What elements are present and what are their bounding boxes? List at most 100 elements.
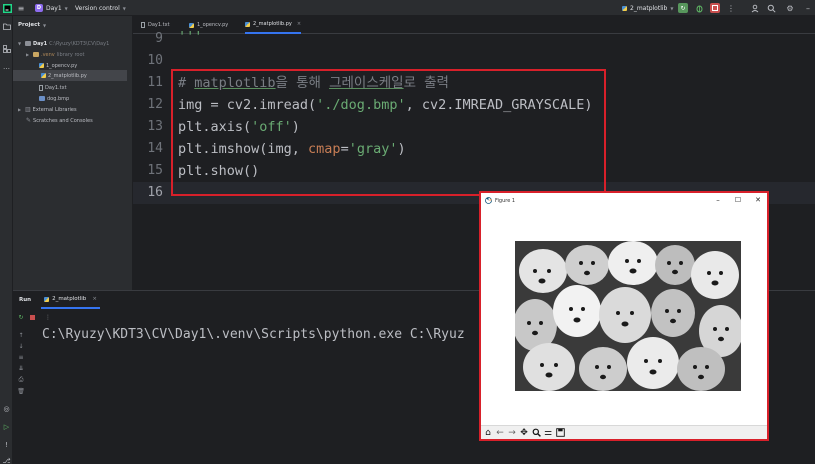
matplotlib-figure-window: Figure 1 – ☐ ✕ ⌂ ← → ✥ ⚌ xyxy=(479,191,769,441)
run-tool-icon[interactable]: ▷ xyxy=(2,422,11,431)
home-icon[interactable]: ⌂ xyxy=(483,428,493,438)
figure-image-dog-grayscale xyxy=(515,241,741,391)
text-file-icon xyxy=(39,84,43,91)
close-icon[interactable]: × xyxy=(92,296,97,302)
chevron-down-icon: ▼ xyxy=(122,5,126,11)
run-tab-label: 2_matplotlib xyxy=(52,296,87,302)
more-actions-icon[interactable]: ⋮ xyxy=(726,3,736,13)
trash-icon[interactable]: 🗑 xyxy=(17,387,25,395)
string-token: './dog.bmp' xyxy=(316,97,406,113)
print-icon[interactable]: ⎙ xyxy=(17,376,25,384)
code-line-15: plt.show() xyxy=(178,163,260,179)
tree-item-2-matplotlib[interactable]: 2_matplotlib.py xyxy=(13,70,127,81)
search-icon[interactable] xyxy=(766,3,776,13)
python-packages-icon[interactable]: ◎ xyxy=(2,404,11,413)
comment-text: 로 출력 xyxy=(403,75,449,91)
code-token: img = cv2.imread( xyxy=(178,97,317,113)
line-number: 12 xyxy=(147,97,163,112)
chevron-down-icon: ▼ xyxy=(64,5,68,11)
terminal-icon[interactable]: ! xyxy=(2,440,11,449)
close-icon[interactable]: × xyxy=(297,21,301,27)
code-line-12: img = cv2.imread('./dog.bmp', cv2.IMREAD… xyxy=(178,94,593,116)
git-icon[interactable]: ⎇ xyxy=(2,456,11,464)
project-name: Day1 xyxy=(46,4,62,12)
minimize-icon[interactable]: – xyxy=(712,194,724,206)
tree-item-label: Scratches and Consoles xyxy=(33,117,93,124)
tree-item-dog-bmp[interactable]: dog.bmp xyxy=(39,93,69,104)
rerun-icon[interactable]: ↻ xyxy=(17,313,25,321)
back-arrow-icon[interactable]: ← xyxy=(495,428,505,438)
save-icon[interactable] xyxy=(555,428,565,438)
library-icon: ▥ xyxy=(25,106,31,113)
chevron-right-icon: ▶ xyxy=(26,52,30,57)
keyword-arg-token: cmap xyxy=(308,141,341,157)
vcs-selector[interactable]: Version control ▼ xyxy=(75,0,126,16)
gear-icon[interactable]: ⚙ xyxy=(785,3,795,13)
python-file-icon xyxy=(39,63,44,68)
figure-title: Figure 1 xyxy=(495,197,516,204)
more-tools-icon[interactable]: … xyxy=(2,62,11,71)
zoom-icon[interactable] xyxy=(531,428,541,438)
project-selector[interactable]: D Day1 ▼ xyxy=(35,0,68,16)
tree-item-external-libraries[interactable]: ▶ ▥ External Libraries xyxy=(18,104,77,115)
run-tab-2-matplotlib[interactable]: 2_matplotlib × xyxy=(41,291,100,309)
more-actions-icon[interactable]: ⋮ xyxy=(44,313,52,321)
project-panel-header[interactable]: Project ▼ xyxy=(13,16,132,34)
chevron-down-icon: ▼ xyxy=(43,22,47,28)
line-number: 10 xyxy=(147,53,163,68)
folder-icon xyxy=(33,52,39,57)
stop-button[interactable] xyxy=(710,3,720,13)
tree-item-label: 1_opencv.py xyxy=(46,62,78,69)
configure-subplots-icon[interactable]: ⚌ xyxy=(543,428,553,438)
run-config-selector[interactable]: 2_matplotlib ▼ xyxy=(622,0,673,16)
line-number: 16 xyxy=(147,185,163,200)
comment-word: 그레이스케일 xyxy=(329,75,404,91)
debug-button[interactable] xyxy=(694,3,704,13)
tree-item-label: dog.bmp xyxy=(47,95,70,102)
tree-item-day1-txt[interactable]: Day1.txt xyxy=(39,82,67,93)
forward-arrow-icon[interactable]: → xyxy=(507,428,517,438)
scroll-to-end-icon[interactable]: ⇊ xyxy=(17,364,25,372)
tree-item-label: External Libraries xyxy=(32,106,77,113)
left-tool-stripe: … ◎ ▷ ! ⎇ xyxy=(0,16,13,464)
hamburger-menu-icon[interactable]: ≡ xyxy=(16,3,26,13)
title-bar: ≡ D Day1 ▼ Version control ▼ 2_matplotli… xyxy=(0,0,815,16)
vcs-label: Version control xyxy=(75,4,120,12)
pan-icon[interactable]: ✥ xyxy=(519,428,529,438)
line-number: 9 xyxy=(155,31,163,46)
scroll-up-icon[interactable]: ↑ xyxy=(17,331,25,339)
line-number: 13 xyxy=(147,119,163,134)
rerun-button[interactable]: ↻ xyxy=(678,3,688,13)
python-file-icon xyxy=(245,21,250,27)
tab-label: 2_matplotlib.py xyxy=(253,21,292,27)
add-user-icon[interactable] xyxy=(750,3,760,13)
tree-item-label: .venv xyxy=(41,51,55,58)
chevron-down-icon: ▼ xyxy=(18,41,22,46)
matplotlib-logo-icon xyxy=(485,197,492,204)
line-number: 15 xyxy=(147,163,163,178)
maximize-icon[interactable]: ☐ xyxy=(732,194,744,206)
code-token: , cv2.IMREAD_GRAYSCALE) xyxy=(405,97,593,113)
minimize-icon[interactable]: – xyxy=(803,3,813,13)
folder-icon[interactable] xyxy=(2,22,11,31)
code-line-13: plt.axis('off') xyxy=(178,116,300,138)
tree-item-venv[interactable]: ▶ .venv library root xyxy=(26,49,84,60)
puppies-image xyxy=(515,241,741,391)
code-token: plt.axis( xyxy=(178,119,252,135)
python-file-icon xyxy=(44,296,50,302)
tree-item-path: C:\Ryuzy\KDT3\CV\Day1 xyxy=(49,40,110,47)
stop-icon[interactable] xyxy=(28,313,36,321)
close-icon[interactable]: ✕ xyxy=(752,194,764,206)
code-line-14: plt.imshow(img, cmap='gray') xyxy=(178,138,406,160)
run-config-label: 2_matplotlib xyxy=(630,4,668,12)
python-file-icon xyxy=(622,5,627,11)
app-logo-icon[interactable] xyxy=(2,3,12,13)
soft-wrap-icon[interactable]: ≡ xyxy=(17,353,25,361)
structure-icon[interactable] xyxy=(2,44,11,53)
tab-2-matplotlib[interactable]: 2_matplotlib.py × xyxy=(245,16,302,34)
scroll-down-icon[interactable]: ↓ xyxy=(17,342,25,350)
tree-item-scratches[interactable]: ✎ Scratches and Consoles xyxy=(26,115,93,126)
comment-text: 을 통해 xyxy=(275,75,330,91)
comment-hash: # xyxy=(178,75,195,91)
tree-item-day1[interactable]: ▼ Day1 C:\Ryuzy\KDT3\CV\Day1 xyxy=(18,38,109,49)
